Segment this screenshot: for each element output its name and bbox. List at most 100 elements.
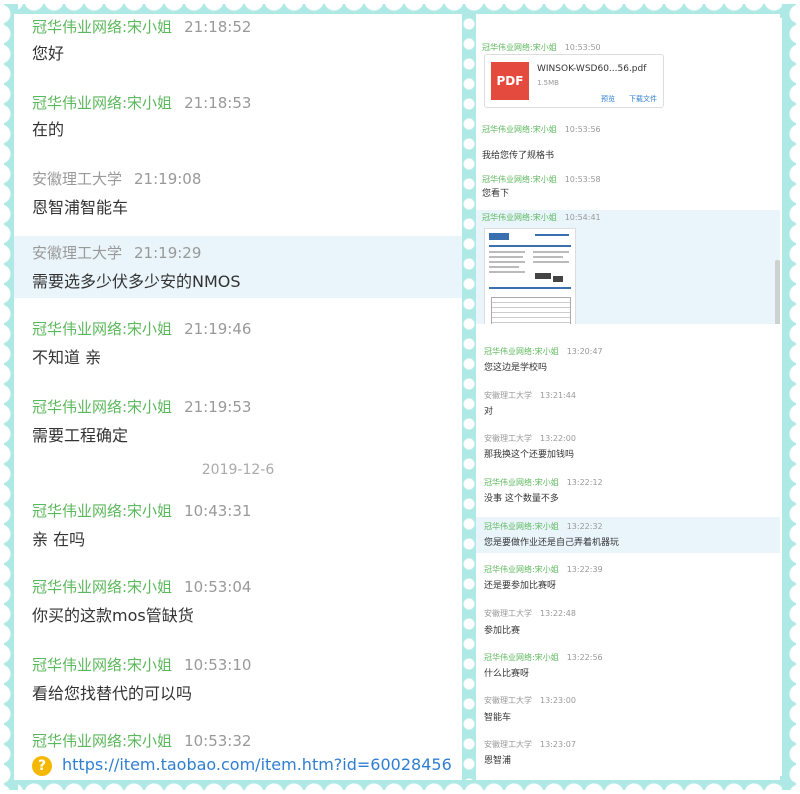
sender-name: 冠华伟业网络:宋小姐 — [32, 578, 173, 596]
sender-name: 安徽理工大学 — [484, 391, 532, 400]
sender-name: 冠华伟业网络:宋小姐 — [482, 175, 557, 184]
message-time: 10:43:31 — [184, 502, 252, 520]
message-text: 亲 在吗 — [32, 530, 86, 549]
sender-name: 安徽理工大学 — [32, 244, 123, 262]
message-time: 13:22:48 — [540, 609, 576, 618]
message-time: 21:18:53 — [184, 94, 252, 112]
message-header: 安徽理工大学 13:22:00 — [484, 433, 576, 444]
pdf-file-icon: PDF — [491, 62, 529, 100]
message-header: 冠华伟业网络:宋小姐 10:54:41 — [482, 212, 601, 223]
frame-right-edge — [782, 4, 796, 790]
chat-message-highlighted: 安徽理工大学 21:19:29 需要选多少伏多少安的NMOS — [14, 236, 462, 298]
message-time: 21:19:53 — [184, 398, 252, 416]
chat-message: 冠华伟业网络:宋小姐 21:18:52 您好 — [14, 14, 462, 90]
sender-name: 冠华伟业网络:宋小姐 — [484, 522, 559, 531]
chat-message: 冠华伟业网络:宋小姐 21:19:46 不知道 亲 — [14, 318, 462, 394]
sender-name: 冠华伟业网络:宋小姐 — [482, 213, 557, 222]
sender-name: 冠华伟业网络:宋小姐 — [484, 565, 559, 574]
message-text: 恩智浦 — [484, 756, 512, 766]
chat-message: 冠华伟业网络:宋小姐 21:18:53 在的 — [14, 90, 462, 166]
message-time: 21:19:08 — [134, 170, 202, 188]
message-text: 智能车 — [484, 713, 512, 723]
message-header: 安徽理工大学 13:23:07 — [484, 739, 576, 750]
message-time: 13:22:39 — [566, 565, 603, 574]
file-size: 1.5MB — [537, 79, 559, 87]
message-time: 13:22:00 — [540, 434, 576, 443]
sender-name: 冠华伟业网络:宋小姐 — [32, 320, 173, 338]
date-separator: 2019-12-6 — [201, 462, 275, 478]
message-header: 安徽理工大学 13:22:48 — [484, 608, 576, 619]
message-text: 您看下 — [482, 189, 510, 199]
pdf-attachment-card[interactable]: PDF WINSOK-WSD60...56.pdf 1.5MB 预览 下载文件 — [484, 54, 664, 108]
question-circle-icon: ? — [32, 755, 52, 776]
chat-message: 安徽理工大学 21:19:08 恩智浦智能车 — [14, 166, 462, 236]
message-time: 10:53:58 — [564, 175, 601, 184]
message-time: 13:21:44 — [540, 391, 576, 400]
sender-name: 冠华伟业网络:宋小姐 — [484, 653, 559, 662]
product-link[interactable]: ? https://item.taobao.com/item.htm?id=600… — [32, 755, 452, 776]
message-time: 10:53:32 — [184, 732, 252, 750]
message-time: 21:18:52 — [184, 18, 252, 36]
sender-name: 安徽理工大学 — [484, 609, 532, 618]
message-text: 您这边是学校吗 — [484, 363, 548, 373]
message-time: 13:22:12 — [566, 478, 603, 487]
chat-history-right-top[interactable]: 冠华伟业网络:宋小姐 10:53:50 PDF WINSOK-WSD60...56… — [476, 14, 780, 324]
sender-name: 冠华伟业网络:宋小姐 — [32, 732, 173, 750]
message-time: 13:23:07 — [540, 740, 576, 749]
message-text: 需要选多少伏多少安的NMOS — [32, 272, 241, 291]
datasheet-logo — [489, 233, 509, 240]
sender-name: 安徽理工大学 — [484, 740, 532, 749]
message-time: 21:19:46 — [184, 320, 252, 338]
message-time: 13:20:47 — [566, 347, 603, 356]
sender-name: 冠华伟业网络:宋小姐 — [32, 656, 173, 674]
chat-message: 冠华伟业网络:宋小姐 10:53:10 看给您找替代的可以吗 — [14, 652, 462, 728]
message-text: 在的 — [32, 120, 65, 139]
scrollbar-thumb[interactable] — [775, 260, 780, 324]
message-text: 还是要参加比赛呀 — [484, 581, 557, 591]
sender-name: 安徽理工大学 — [484, 696, 532, 705]
message-header: 冠华伟业网络:宋小姐 13:22:39 — [484, 564, 603, 575]
message-header: 安徽理工大学 13:21:44 — [484, 390, 576, 401]
sender-name: 冠华伟业网络:宋小姐 — [32, 18, 173, 36]
link-text[interactable]: https://item.taobao.com/item.htm?id=6002… — [62, 755, 452, 774]
message-time: 10:53:10 — [184, 656, 252, 674]
chat-message: 冠华伟业网络:宋小姐 21:19:53 需要工程确定 — [14, 394, 462, 454]
message-header: 安徽理工大学 13:23:00 — [484, 695, 576, 706]
chat-history-left[interactable]: 冠华伟业网络:宋小姐 21:18:52 您好 冠华伟业网络:宋小姐 21:18:53… — [14, 14, 462, 780]
download-button[interactable]: 下载文件 — [629, 94, 657, 104]
sender-name: 冠华伟业网络:宋小姐 — [482, 43, 557, 52]
message-text: 需要工程确定 — [32, 426, 129, 445]
message-text: 恩智浦智能车 — [32, 198, 129, 217]
sender-name: 冠华伟业网络:宋小姐 — [32, 94, 173, 112]
message-text: 不知道 亲 — [32, 348, 102, 367]
message-header: 冠华伟业网络:宋小姐 13:22:12 — [484, 477, 603, 488]
message-time: 21:19:29 — [134, 244, 202, 262]
message-text: 看给您找替代的可以吗 — [32, 684, 193, 703]
message-header: 冠华伟业网络:宋小姐 10:53:56 — [482, 124, 601, 135]
sender-name: 冠华伟业网络:宋小姐 — [484, 478, 559, 487]
sender-name: 冠华伟业网络:宋小姐 — [32, 502, 173, 520]
datasheet-image-thumbnail[interactable] — [484, 228, 576, 324]
sender-name: 安徽理工大学 — [484, 434, 532, 443]
sender-name: 冠华伟业网络:宋小姐 — [32, 398, 173, 416]
panel-divider — [462, 14, 476, 780]
message-header: 冠华伟业网络:宋小姐 10:53:58 — [482, 174, 601, 185]
message-header: 冠华伟业网络:宋小姐 13:22:56 — [484, 652, 603, 663]
message-time: 10:53:56 — [564, 125, 601, 134]
message-text: 你买的这款mos管缺货 — [32, 606, 194, 625]
message-text: 我给您传了规格书 — [482, 151, 555, 161]
message-text: 您是要做作业还是自己弄着机器玩 — [484, 538, 620, 548]
message-text: 那我换这个还要加钱吗 — [484, 450, 575, 460]
message-time: 10:53:04 — [184, 578, 252, 596]
preview-button[interactable]: 预览 — [601, 94, 615, 104]
message-header: 冠华伟业网络:宋小姐 13:20:47 — [484, 346, 603, 357]
message-text: 对 — [484, 407, 494, 417]
message-text: 参加比赛 — [484, 626, 521, 636]
chat-history-right-bottom[interactable]: 冠华伟业网络:宋小姐 13:20:47 您这边是学校吗 安徽理工大学 13:21:4… — [476, 338, 780, 780]
chat-message: 冠华伟业网络:宋小姐 10:53:32 — [14, 728, 462, 758]
message-text: 您好 — [32, 44, 65, 63]
message-header: 冠华伟业网络:宋小姐 10:53:50 — [482, 42, 601, 53]
message-time: 13:22:56 — [566, 653, 603, 662]
sender-name: 冠华伟业网络:宋小姐 — [482, 125, 557, 134]
sender-name: 安徽理工大学 — [32, 170, 123, 188]
